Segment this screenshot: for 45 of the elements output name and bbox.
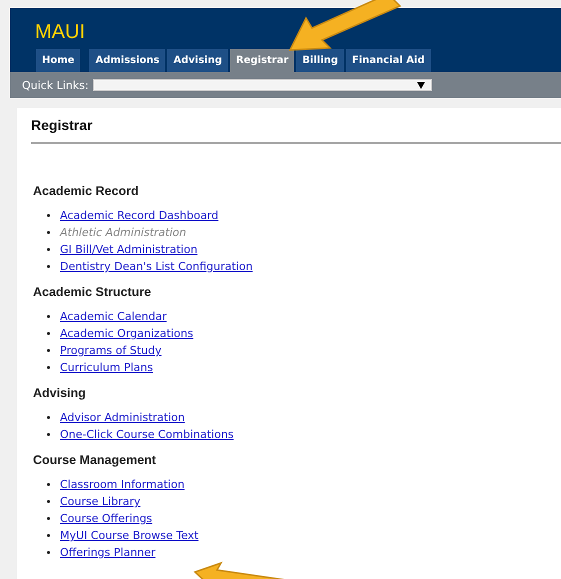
link[interactable]: Dentistry Dean's List Configuration <box>60 260 253 273</box>
quick-links-dropdown[interactable] <box>92 79 432 91</box>
link[interactable]: One-Click Course Combinations <box>60 428 234 441</box>
bullet-icon <box>47 551 50 554</box>
bullet-icon <box>47 332 50 335</box>
bullet-icon <box>47 500 50 503</box>
link[interactable]: Advisor Administration <box>60 411 185 424</box>
section-heading: Academic Record <box>33 183 139 199</box>
caret-icon <box>416 82 425 88</box>
link[interactable]: Curriculum Plans <box>60 361 153 374</box>
bullet-icon <box>47 366 50 369</box>
disabled-link: Athletic Administration <box>60 226 186 239</box>
link[interactable]: Offerings Planner <box>60 546 156 559</box>
nav-tab[interactable]: Admissions <box>89 49 166 72</box>
nav-tab[interactable]: Billing <box>296 49 344 72</box>
quick-links-label: Quick Links: <box>22 78 89 92</box>
nav-tab[interactable]: Advising <box>167 49 228 72</box>
link[interactable]: Programs of Study <box>60 344 162 357</box>
bullet-icon <box>47 433 50 436</box>
bullet-icon <box>47 534 50 537</box>
section-heading: Academic Structure <box>33 284 152 300</box>
link[interactable]: GI Bill/Vet Administration <box>60 243 198 256</box>
link[interactable]: Classroom Information <box>60 478 185 491</box>
link[interactable]: Academic Calendar <box>60 310 167 323</box>
section-heading: Course Management <box>33 452 156 468</box>
section-heading: Advising <box>33 385 86 401</box>
bullet-icon <box>47 248 50 251</box>
app-title: MAUI <box>35 20 85 44</box>
link[interactable]: Academic Organizations <box>60 327 194 340</box>
link[interactable]: MyUI Course Browse Text <box>60 529 198 542</box>
link[interactable]: Academic Record Dashboard <box>60 209 218 222</box>
bullet-icon <box>47 214 50 217</box>
nav-tab[interactable]: Registrar <box>230 49 294 72</box>
nav-tab[interactable]: Financial Aid <box>346 49 431 72</box>
link[interactable]: Course Library <box>60 495 140 508</box>
nav-tab[interactable]: Home <box>36 49 80 72</box>
page-title: Registrar <box>31 116 94 134</box>
link[interactable]: Course Offerings <box>60 512 152 525</box>
bullet-icon <box>47 231 50 234</box>
bullet-icon <box>47 517 50 520</box>
bullet-icon <box>47 265 50 268</box>
bullet-icon <box>47 483 50 486</box>
bullet-icon <box>47 349 50 352</box>
bullet-icon <box>47 315 50 318</box>
bullet-icon <box>47 416 50 419</box>
